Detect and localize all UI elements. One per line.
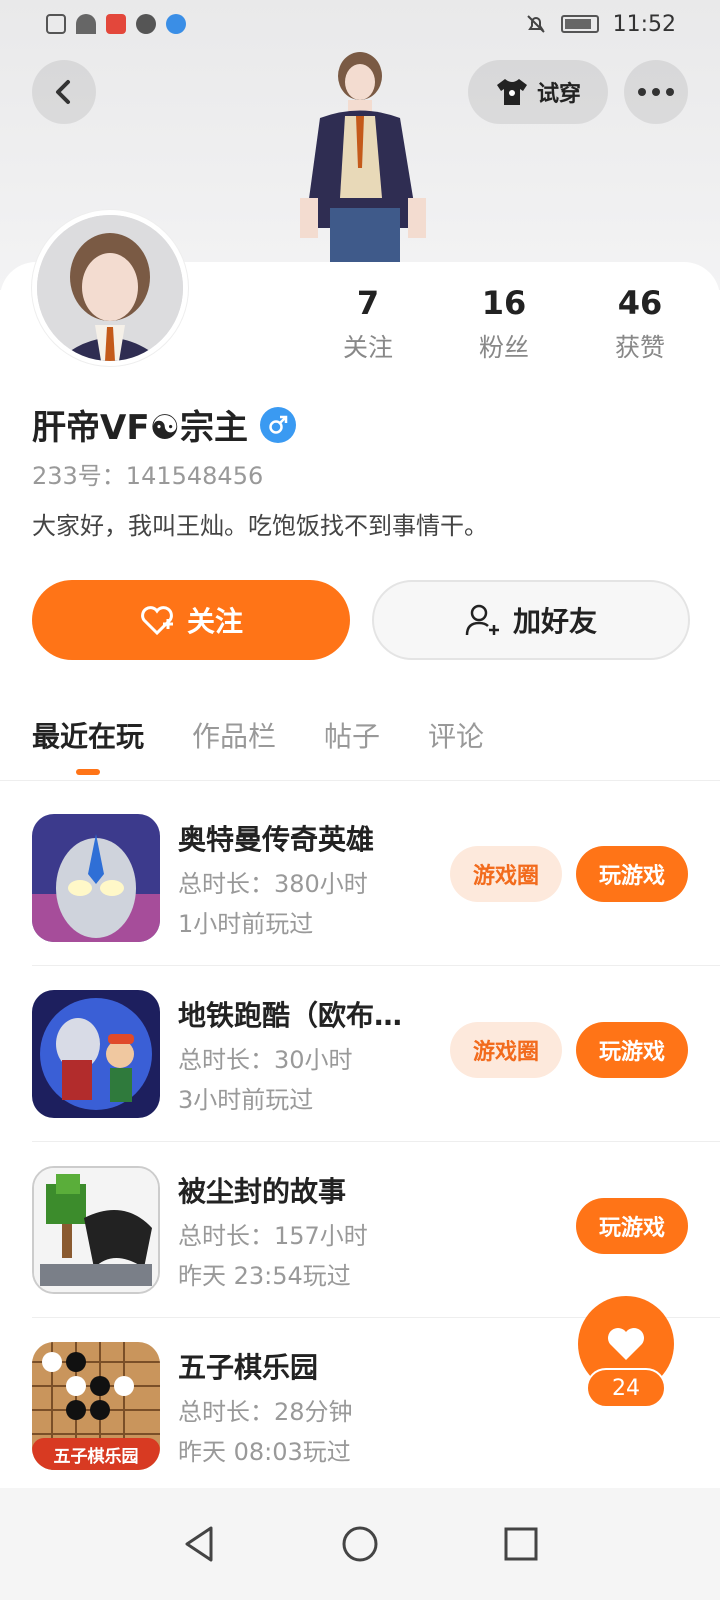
heart-icon xyxy=(608,1328,644,1360)
tab-divider xyxy=(0,780,720,781)
avatar-character-figure xyxy=(300,52,426,268)
profile-bio: 大家好，我叫王灿。吃饱饭找不到事情干。 xyxy=(32,512,488,540)
play-game-button[interactable]: 玩游戏 xyxy=(576,1198,688,1254)
game-last-played: 昨天 23:54玩过 xyxy=(178,1262,351,1290)
battery-icon xyxy=(560,15,599,33)
stat-following[interactable]: 7 关注 xyxy=(300,282,436,364)
game-duration: 总时长：30小时 xyxy=(178,1046,353,1074)
more-dot-icon xyxy=(652,88,660,96)
stat-value: 16 xyxy=(481,284,527,322)
heart-plus-icon xyxy=(141,606,173,636)
stat-value: 46 xyxy=(617,284,663,322)
subway-surfers-icon[interactable] xyxy=(32,990,160,1118)
tab-works[interactable]: 作品栏 xyxy=(192,715,276,775)
game-circle-button[interactable]: 游戏圈 xyxy=(450,846,562,902)
stat-value: 7 xyxy=(356,284,380,322)
tab-posts[interactable]: 帖子 xyxy=(324,715,380,775)
name-row: 肝帝VF☯宗主 xyxy=(32,400,297,449)
profile-tabs: 最近在玩 作品栏 帖子 评论 xyxy=(32,715,484,775)
system-nav-bar xyxy=(0,1488,720,1600)
status-bar: 11:52 xyxy=(0,0,720,48)
nav-recents-icon[interactable] xyxy=(503,1526,539,1562)
like-count: 24 xyxy=(586,1368,666,1408)
game-duration: 总时长：28分钟 xyxy=(178,1398,353,1426)
stat-label: 粉丝 xyxy=(478,333,529,362)
try-on-label: 试穿 xyxy=(536,82,581,107)
more-dot-icon xyxy=(638,88,646,96)
status-time: 11:52 xyxy=(612,11,676,37)
profile-uid: 233号：141548456 xyxy=(32,462,264,490)
game-last-played: 1小时前玩过 xyxy=(178,910,314,938)
game-title: 被尘封的故事 xyxy=(178,1175,347,1208)
alert-icon xyxy=(46,14,66,34)
avatar[interactable] xyxy=(32,210,188,366)
game-list-item[interactable]: 奥特曼传奇英雄 总时长：380小时 1小时前玩过 游戏圈 玩游戏 xyxy=(32,790,720,966)
dusty-story-icon[interactable] xyxy=(32,1166,160,1294)
profile-name: 肝帝VF☯宗主 xyxy=(32,408,249,448)
play-game-button[interactable]: 玩游戏 xyxy=(576,1022,688,1078)
stat-label: 关注 xyxy=(342,333,393,362)
game-duration: 总时长：380小时 xyxy=(178,870,368,898)
add-friend-label: 加好友 xyxy=(512,605,597,638)
stat-likes[interactable]: 46 获赞 xyxy=(572,282,708,364)
game-title: 五子棋乐园 xyxy=(178,1351,319,1384)
tab-comments[interactable]: 评论 xyxy=(428,715,484,775)
bell-muted-icon xyxy=(526,15,545,33)
gomoku-icon-text: 五子棋乐园 xyxy=(53,1447,139,1467)
game-list-item[interactable]: 地铁跑酷（欧布… 总时长：30小时 3小时前玩过 游戏圈 玩游戏 xyxy=(32,966,720,1142)
nav-home-icon[interactable] xyxy=(340,1524,380,1564)
follow-button[interactable]: 关注 xyxy=(32,580,350,660)
like-floating-button[interactable]: 24 xyxy=(578,1296,674,1420)
ultraman-game-icon[interactable] xyxy=(32,814,160,942)
profile-stats: 7 关注 16 粉丝 46 获赞 xyxy=(300,282,720,364)
nav-back-icon[interactable] xyxy=(181,1524,217,1564)
back-button[interactable] xyxy=(32,60,96,124)
try-on-button[interactable]: 试穿 xyxy=(468,60,608,124)
chevron-left-icon xyxy=(56,80,70,104)
game-last-played: 3小时前玩过 xyxy=(178,1086,314,1114)
wechat-icon xyxy=(136,14,156,34)
stat-label: 获赞 xyxy=(614,333,665,362)
game-list-item[interactable]: 被尘封的故事 总时长：157小时 昨天 23:54玩过 玩游戏 xyxy=(32,1142,720,1318)
stat-fans[interactable]: 16 粉丝 xyxy=(436,282,572,364)
shirt-icon xyxy=(496,79,527,105)
tab-recently-played[interactable]: 最近在玩 xyxy=(32,715,144,775)
add-user-icon xyxy=(465,604,499,636)
more-options-button[interactable] xyxy=(624,60,688,124)
game-title: 奥特曼传奇英雄 xyxy=(178,823,375,856)
more-dot-icon xyxy=(666,88,674,96)
add-friend-button[interactable]: 加好友 xyxy=(372,580,690,660)
browser-icon xyxy=(166,14,186,34)
app-notification-icon xyxy=(106,14,126,34)
gomoku-icon[interactable]: 五子棋乐园 xyxy=(32,1342,160,1470)
game-title: 地铁跑酷（欧布… xyxy=(178,999,403,1032)
male-gender-icon xyxy=(260,406,297,443)
game-last-played: 昨天 08:03玩过 xyxy=(178,1438,351,1466)
follow-label: 关注 xyxy=(186,605,243,638)
play-game-button[interactable]: 玩游戏 xyxy=(576,846,688,902)
wifi-icon xyxy=(76,14,96,34)
avatar-portrait xyxy=(37,215,183,361)
game-circle-button[interactable]: 游戏圈 xyxy=(450,1022,562,1078)
game-duration: 总时长：157小时 xyxy=(178,1222,368,1250)
